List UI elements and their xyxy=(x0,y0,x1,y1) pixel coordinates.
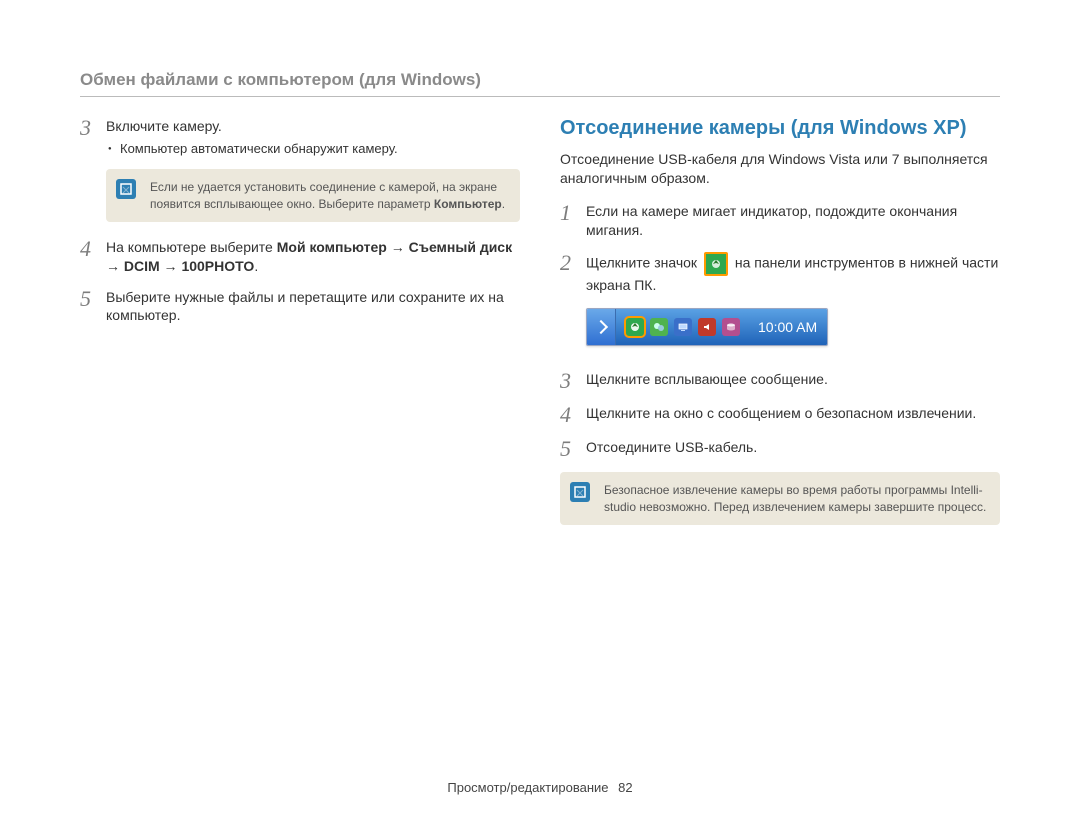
step-3-bullet: Компьютер автоматически обнаружит камеру… xyxy=(106,140,520,158)
footer-label: Просмотр/редактирование xyxy=(447,780,608,795)
step-number: 5 xyxy=(560,438,586,460)
r-step-4-text: Щелкните на окно с сообщением о безопасн… xyxy=(586,404,1000,423)
taskbar-clock[interactable]: 10:00 AM xyxy=(746,318,817,337)
step-3-text: Включите камеру. xyxy=(106,118,222,134)
note-left-bold: Компьютер xyxy=(434,197,502,211)
r-step-1-text: Если на камере мигает индикатор, подожди… xyxy=(586,202,1000,240)
step-number: 1 xyxy=(560,202,586,224)
step-5-text: Выберите нужные файлы и перетащите или с… xyxy=(106,288,520,326)
step-number: 3 xyxy=(560,370,586,392)
page-header: Обмен файлами с компьютером (для Windows… xyxy=(80,70,1000,97)
right-column: Отсоединение камеры (для Windows XP) Отс… xyxy=(560,117,1000,541)
step-4-suffix: . xyxy=(254,258,258,274)
display-icon[interactable] xyxy=(674,318,692,336)
step-5: 5 Выберите нужные файлы и перетащите или… xyxy=(80,288,520,326)
r-step-5-text: Отсоедините USB-кабель. xyxy=(586,438,1000,457)
taskbar-start-chevron[interactable] xyxy=(587,309,616,345)
note-left-suffix: . xyxy=(502,197,505,211)
step-number: 3 xyxy=(80,117,106,139)
system-tray: 10:00 AM xyxy=(616,309,827,345)
page-footer: Просмотр/редактирование 82 xyxy=(0,780,1080,795)
r-step-4: 4 Щелкните на окно с сообщением о безопа… xyxy=(560,404,1000,426)
note-right: Безопасное извлечение камеры во время ра… xyxy=(560,472,1000,524)
note-icon xyxy=(570,482,590,502)
step-number: 4 xyxy=(80,238,106,260)
disk-icon[interactable] xyxy=(722,318,740,336)
r-step-2-pre: Щелкните значок xyxy=(586,254,697,270)
chevron-right-icon xyxy=(594,320,608,334)
step-number: 2 xyxy=(560,252,586,274)
r-step-2: 2 Щелкните значок на панели инструментов… xyxy=(560,252,1000,359)
note-right-text: Безопасное извлечение камеры во время ра… xyxy=(604,483,986,513)
page-number: 82 xyxy=(618,780,632,795)
left-column: 3 Включите камеру. Компьютер автоматичес… xyxy=(80,117,520,541)
safely-remove-hardware-icon[interactable] xyxy=(626,318,644,336)
step-4-prefix: На компьютере выберите xyxy=(106,239,277,255)
r-step-3: 3 Щелкните всплывающее сообщение. xyxy=(560,370,1000,392)
section-intro: Отсоединение USB-кабеля для Windows Vist… xyxy=(560,150,1000,188)
windows-taskbar: 10:00 AM xyxy=(586,308,828,346)
r-step-5: 5 Отсоедините USB-кабель. xyxy=(560,438,1000,460)
step-3: 3 Включите камеру. Компьютер автоматичес… xyxy=(80,117,520,157)
volume-icon[interactable] xyxy=(698,318,716,336)
r-step-3-text: Щелкните всплывающее сообщение. xyxy=(586,370,1000,389)
r-step-1: 1 Если на камере мигает индикатор, подож… xyxy=(560,202,1000,240)
section-title: Отсоединение камеры (для Windows XP) xyxy=(560,117,1000,140)
note-icon xyxy=(116,179,136,199)
note-left: Если не удается установить соединение с … xyxy=(106,169,520,221)
step-4: 4 На компьютере выберите Мой компьютер →… xyxy=(80,238,520,276)
safely-remove-hardware-icon xyxy=(704,252,728,276)
step-number: 4 xyxy=(560,404,586,426)
messenger-icon[interactable] xyxy=(650,318,668,336)
step-number: 5 xyxy=(80,288,106,310)
